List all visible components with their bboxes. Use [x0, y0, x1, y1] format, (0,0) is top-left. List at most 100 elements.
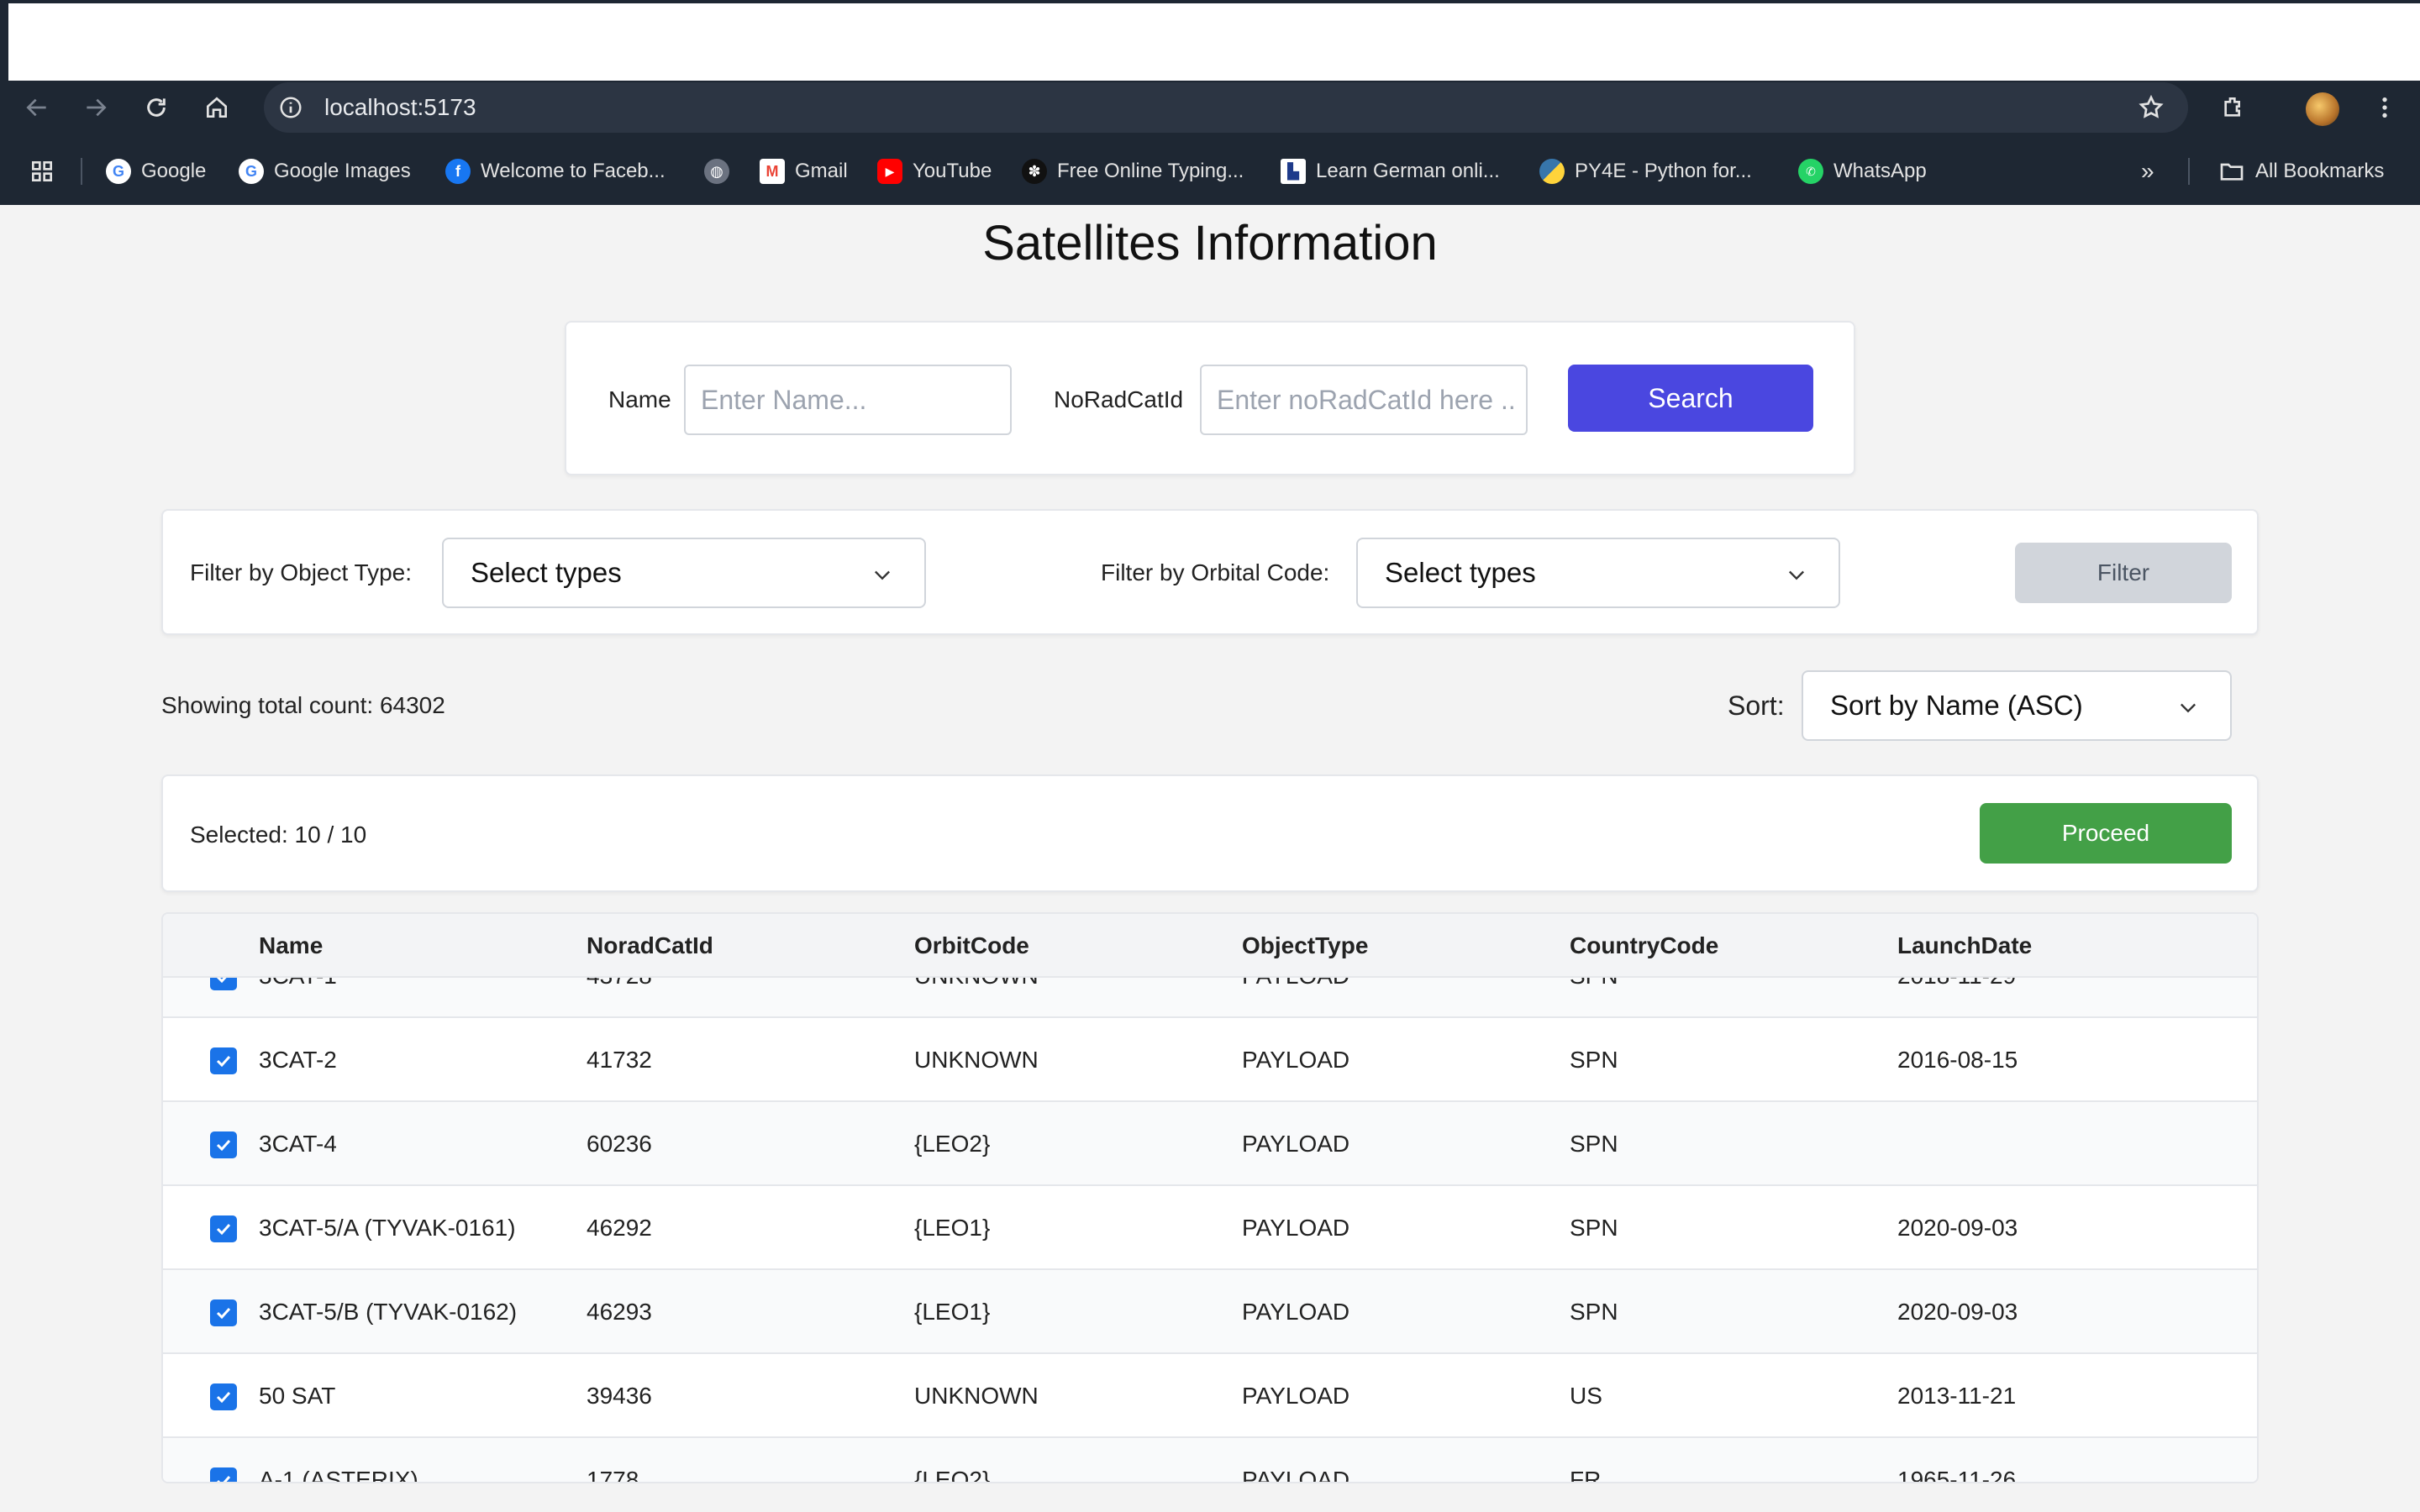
cell-objecttype: PAYLOAD	[1242, 1467, 1350, 1483]
page-icon: ▙	[1281, 159, 1306, 184]
cell-orbitcode: {LEO1}	[914, 1299, 991, 1325]
facebook-icon: f	[445, 159, 471, 184]
row-checkbox[interactable]	[210, 1299, 237, 1326]
search-button[interactable]: Search	[1568, 365, 1813, 432]
whatsapp-icon: ✆	[1798, 159, 1823, 184]
profile-avatar[interactable]	[2306, 92, 2339, 126]
python-icon	[1539, 159, 1565, 184]
cell-name: A-1 (ASTERIX)	[259, 1467, 418, 1483]
bookmark-label: Learn German onli...	[1316, 160, 1500, 182]
proceed-button[interactable]: Proceed	[1980, 803, 2232, 864]
name-input[interactable]: Enter Name...	[684, 365, 1012, 435]
cell-launchdate: 1965-11-26	[1897, 1467, 2017, 1483]
bookmarks-bar: G Google G Google Images f Welcome to Fa…	[0, 150, 2420, 193]
bookmark-typing[interactable]: ✽ Free Online Typing...	[1022, 150, 1244, 193]
row-checkbox[interactable]	[210, 1467, 237, 1482]
table-row[interactable]: 3CAT-5/B (TYVAK-0162) 46293 {LEO1} PAYLOAD S…	[163, 1270, 2257, 1354]
bookmark-globe[interactable]: ◍	[704, 150, 729, 193]
table-row[interactable]: 3CAT-1 43728 UNKNOWN PAYLOAD SPN 2018-11-29	[163, 978, 2257, 1018]
more-bookmarks-icon[interactable]: »	[2141, 150, 2154, 193]
checkmark-icon	[216, 978, 227, 984]
object-type-label: Filter by Object Type:	[190, 559, 413, 585]
chevron-down-icon	[2181, 703, 2196, 713]
bookmark-label: Free Online Typing...	[1057, 160, 1244, 182]
back-icon[interactable]	[18, 89, 55, 126]
reload-icon[interactable]	[138, 89, 175, 126]
chevron-down-icon	[875, 570, 890, 580]
satellites-table: Name NoradCatId OrbitCode ObjectType Cou…	[161, 912, 2259, 1483]
norad-input[interactable]: Enter noRadCatId here ..	[1200, 365, 1528, 435]
bookmark-star-icon[interactable]	[2138, 94, 2165, 125]
row-checkbox[interactable]	[210, 1215, 237, 1242]
cell-orbitcode: UNKNOWN	[914, 1383, 1039, 1409]
extensions-icon[interactable]	[2215, 89, 2252, 126]
sort-label: Sort:	[1728, 690, 1785, 721]
bookmark-facebook[interactable]: f Welcome to Faceb...	[445, 150, 666, 193]
site-info-icon[interactable]	[277, 94, 304, 121]
window-title-strip	[0, 0, 2420, 81]
cell-countrycode: SPN	[1570, 978, 1618, 1018]
table-header: Name NoradCatId OrbitCode ObjectType Cou…	[163, 914, 2257, 978]
cell-launchdate: 2018-11-29	[1897, 978, 2016, 1018]
cell-objecttype: PAYLOAD	[1242, 1299, 1350, 1325]
all-bookmarks-folder[interactable]: All Bookmarks	[2218, 150, 2384, 193]
cell-noradcatid: 41732	[587, 1047, 652, 1073]
home-icon[interactable]	[198, 89, 235, 126]
bookmark-google-images[interactable]: G Google Images	[239, 150, 411, 193]
norad-label: NoRadCatId	[1054, 386, 1184, 412]
sort-select[interactable]: Sort by Name (ASC)	[1802, 670, 2232, 741]
cell-objecttype: PAYLOAD	[1242, 1215, 1350, 1241]
menu-dots-icon[interactable]	[2366, 89, 2403, 126]
row-checkbox[interactable]	[210, 1383, 237, 1410]
orbital-code-label: Filter by Orbital Code:	[1101, 559, 1330, 585]
bookmark-learn-german[interactable]: ▙ Learn German onli...	[1281, 150, 1500, 193]
bookmark-label: Welcome to Faceb...	[481, 160, 666, 182]
table-row[interactable]: 3CAT-5/A (TYVAK-0161) 46292 {LEO1} PAYLOAD S…	[163, 1186, 2257, 1270]
cell-name: 3CAT-2	[259, 1047, 337, 1073]
cell-orbitcode: UNKNOWN	[914, 1047, 1039, 1073]
globe-icon: ◍	[704, 159, 729, 184]
table-row[interactable]: A-1 (ASTERIX) 1778 {LEO2} PAYLOAD FR 1965-11-…	[163, 1438, 2257, 1483]
cell-countrycode: SPN	[1570, 1047, 1618, 1073]
filter-button[interactable]: Filter	[2015, 543, 2232, 603]
youtube-icon: ▶	[877, 159, 902, 184]
bookmark-py4e[interactable]: PY4E - Python for...	[1539, 150, 1752, 193]
url-text: localhost:5173	[324, 94, 476, 120]
sort-value: Sort by Name (ASC)	[1830, 690, 2083, 721]
cell-orbitcode: {LEO2}	[914, 1131, 991, 1157]
cell-noradcatid: 1778	[587, 1467, 639, 1483]
cell-launchdate: 2016-08-15	[1897, 1047, 2018, 1073]
row-checkbox[interactable]	[210, 978, 237, 990]
selection-card: Selected: 10 / 10 Proceed	[161, 774, 2259, 892]
cell-noradcatid: 43728	[587, 978, 652, 1018]
browser-chrome: localhost:5173 G Google G Google Images …	[0, 81, 2420, 205]
orbital-code-select[interactable]: Select types	[1356, 538, 1840, 608]
page-title: Satellites Information	[982, 216, 1438, 270]
column-header-name: Name	[259, 932, 324, 958]
row-checkbox[interactable]	[210, 1131, 237, 1158]
bookmark-whatsapp[interactable]: ✆ WhatsApp	[1798, 150, 1927, 193]
table-row[interactable]: 3CAT-4 60236 {LEO2} PAYLOAD SPN	[163, 1102, 2257, 1186]
cell-objecttype: PAYLOAD	[1242, 1131, 1350, 1157]
cell-countrycode: SPN	[1570, 1131, 1618, 1157]
object-type-value: Select types	[471, 557, 622, 588]
address-bar[interactable]: localhost:5173	[264, 82, 2188, 133]
table-row[interactable]: 3CAT-2 41732 UNKNOWN PAYLOAD SPN 2016-08-15	[163, 1018, 2257, 1102]
cell-orbitcode: {LEO1}	[914, 1215, 991, 1241]
row-checkbox[interactable]	[210, 1047, 237, 1074]
column-header-countrycode: CountryCode	[1570, 932, 1719, 958]
checkmark-icon	[216, 1139, 231, 1152]
bookmark-youtube[interactable]: ▶ YouTube	[877, 150, 992, 193]
apps-grid-icon[interactable]	[29, 150, 55, 193]
filter-card: Filter by Object Type: Select types Filt…	[161, 509, 2259, 635]
google-icon: G	[239, 159, 264, 184]
name-label: Name	[608, 386, 671, 412]
bookmark-google[interactable]: G Google	[106, 150, 206, 193]
cell-noradcatid: 60236	[587, 1131, 652, 1157]
object-type-select[interactable]: Select types	[442, 538, 926, 608]
bookmark-gmail[interactable]: M Gmail	[760, 150, 848, 193]
cell-countrycode: US	[1570, 1383, 1602, 1409]
selected-count-text: Selected: 10 / 10	[190, 822, 367, 848]
forward-icon[interactable]	[77, 89, 114, 126]
table-row[interactable]: 50 SAT 39436 UNKNOWN PAYLOAD US 2013-11-21	[163, 1354, 2257, 1438]
